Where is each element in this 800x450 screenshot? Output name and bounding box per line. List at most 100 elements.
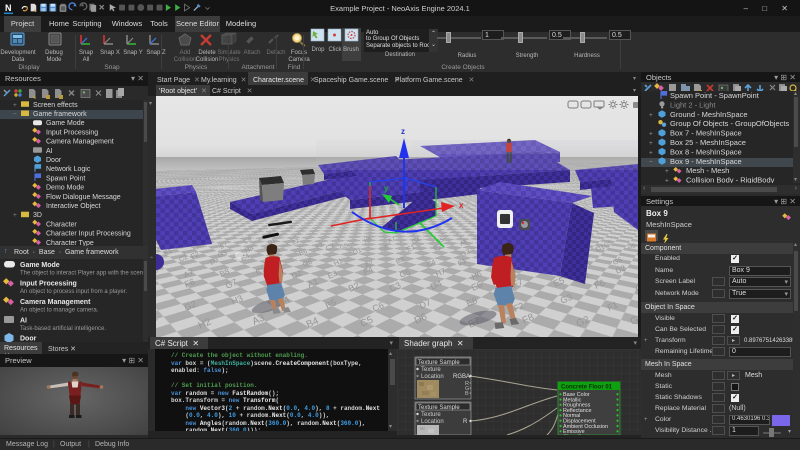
svg-text:Demo Mode: Demo Mode	[46, 185, 84, 192]
svg-text:−: −	[13, 111, 17, 118]
svg-text:B4: B4	[305, 316, 321, 331]
svg-text:+: +	[13, 102, 17, 109]
svg-text:Game framework: Game framework	[33, 111, 87, 118]
svg-text:G5: G5	[603, 240, 613, 249]
svg-text:D1: D1	[352, 247, 363, 257]
svg-text:Character: Character	[46, 221, 77, 228]
svg-text:H7: H7	[434, 266, 448, 279]
svg-text:Texture Sample: Texture Sample	[418, 405, 460, 411]
svg-text:C4: C4	[426, 259, 437, 269]
svg-text:F6: F6	[593, 277, 607, 290]
svg-text:Box 8 - MeshInSpace: Box 8 - MeshInSpace	[670, 147, 742, 156]
svg-text:Flow Dialogue Message: Flow Dialogue Message	[46, 194, 121, 201]
svg-text:G5: G5	[339, 243, 349, 252]
svg-text:G6: G6	[302, 259, 313, 269]
svg-text:H4: H4	[244, 245, 255, 255]
svg-text:D4: D4	[429, 278, 444, 292]
svg-text:z: z	[401, 127, 405, 136]
svg-text:C5: C5	[359, 314, 376, 329]
svg-text:AI: AI	[20, 318, 27, 325]
svg-text:A3: A3	[251, 313, 267, 328]
svg-text:A1: A1	[306, 276, 320, 290]
svg-text:Box 7 - MeshInSpace: Box 7 - MeshInSpace	[670, 129, 742, 138]
svg-text:B2: B2	[347, 280, 361, 294]
svg-text:R: R	[463, 419, 468, 425]
svg-text:Character Input Processing: Character Input Processing	[46, 231, 131, 238]
svg-text:Box 9 - MeshInSpace: Box 9 - MeshInSpace	[670, 157, 742, 166]
svg-text:Task-based artificial intellig: Task-based artificial intelligence.	[20, 326, 106, 332]
svg-text:Collision Body - RigidBody: Collision Body - RigidBody	[686, 176, 775, 183]
svg-text:B8: B8	[218, 266, 231, 278]
svg-text:A2: A2	[364, 260, 375, 270]
svg-text:C3: C3	[388, 280, 403, 294]
svg-text:H3: H3	[230, 293, 245, 307]
svg-text:Game Mode: Game Mode	[20, 262, 60, 269]
svg-text:B3: B3	[395, 256, 406, 266]
svg-text:Door: Door	[46, 157, 62, 164]
svg-text:E8: E8	[465, 295, 479, 309]
svg-text:Screen effects: Screen effects	[33, 102, 78, 109]
svg-text:3D: 3D	[33, 212, 42, 219]
svg-text:The object to interact Player: The object to interact Player app with t…	[20, 271, 148, 277]
svg-text:Light 2 - Light: Light 2 - Light	[670, 100, 716, 109]
svg-text:Box 25 - MeshInSpace: Box 25 - MeshInSpace	[670, 138, 746, 147]
svg-text:y: y	[384, 184, 389, 193]
svg-text:+: +	[649, 140, 653, 147]
svg-text:Location: Location	[421, 419, 444, 425]
svg-text:G4: G4	[411, 237, 421, 246]
svg-text:Camera Management: Camera Management	[20, 299, 91, 306]
svg-text:G5: G5	[398, 267, 412, 280]
svg-text:G3: G3	[217, 250, 228, 260]
svg-text:G1: G1	[156, 312, 160, 328]
svg-text:C6: C6	[371, 300, 386, 314]
svg-text:B: B	[465, 391, 469, 397]
svg-text:Location: Location	[421, 374, 444, 380]
svg-text:F3: F3	[315, 242, 324, 251]
svg-text:G2: G2	[183, 299, 198, 313]
svg-text:Input Processing: Input Processing	[46, 129, 98, 136]
svg-text:Spawn Point: Spawn Point	[46, 175, 85, 182]
svg-text:G2: G2	[575, 314, 592, 330]
svg-text:x: x	[459, 201, 464, 210]
svg-text:E6: E6	[470, 279, 484, 293]
svg-text:Concrete Floor 01: Concrete Floor 01	[561, 385, 613, 391]
svg-text:+: +	[665, 168, 669, 175]
svg-text:G7: G7	[224, 277, 239, 291]
svg-text:D6: D6	[413, 311, 430, 326]
svg-text:C7: C7	[325, 243, 336, 253]
svg-text:H6: H6	[363, 236, 373, 245]
svg-text:H2: H2	[197, 316, 214, 331]
svg-text:D7: D7	[418, 297, 433, 311]
svg-text:D2: D2	[290, 268, 304, 281]
svg-text:Mesh - Mesh: Mesh - Mesh	[686, 166, 729, 175]
svg-text:Texture: Texture	[421, 412, 441, 418]
svg-text:+: +	[665, 178, 669, 183]
svg-text:A7: A7	[182, 267, 195, 279]
svg-text:C2: C2	[178, 254, 189, 264]
svg-text:Game Mode: Game Mode	[46, 120, 85, 127]
svg-text:G7: G7	[634, 280, 638, 294]
svg-text:H6: H6	[627, 243, 637, 252]
svg-text:G3: G3	[460, 249, 471, 259]
svg-text:F1: F1	[606, 299, 620, 312]
svg-text:Input Processing: Input Processing	[20, 281, 77, 288]
svg-text:D8: D8	[379, 244, 390, 254]
svg-text:Network Logic: Network Logic	[46, 166, 91, 173]
svg-text:Spawn Point - SpawnPoint: Spawn Point - SpawnPoint	[670, 91, 760, 100]
svg-text:F2: F2	[190, 251, 200, 261]
svg-text:A6: A6	[459, 239, 469, 248]
svg-text:B1: B1	[457, 258, 468, 268]
svg-text:B7: B7	[219, 242, 229, 251]
svg-text:G1: G1	[629, 312, 638, 328]
svg-text:AI: AI	[46, 148, 53, 155]
svg-text:E1: E1	[406, 244, 417, 254]
svg-text:H6: H6	[470, 269, 484, 282]
svg-text:A7: A7	[387, 236, 397, 245]
svg-text:E3: E3	[326, 268, 339, 280]
svg-text:An object to process input fro: An object to process input from a player…	[20, 289, 127, 295]
svg-text:Interactive Object: Interactive Object	[46, 203, 101, 210]
svg-text:An object to manage camera.: An object to manage camera.	[20, 308, 99, 314]
svg-text:E5: E5	[552, 275, 566, 289]
svg-text:+: +	[649, 149, 653, 156]
svg-text:G3: G3	[559, 292, 574, 306]
